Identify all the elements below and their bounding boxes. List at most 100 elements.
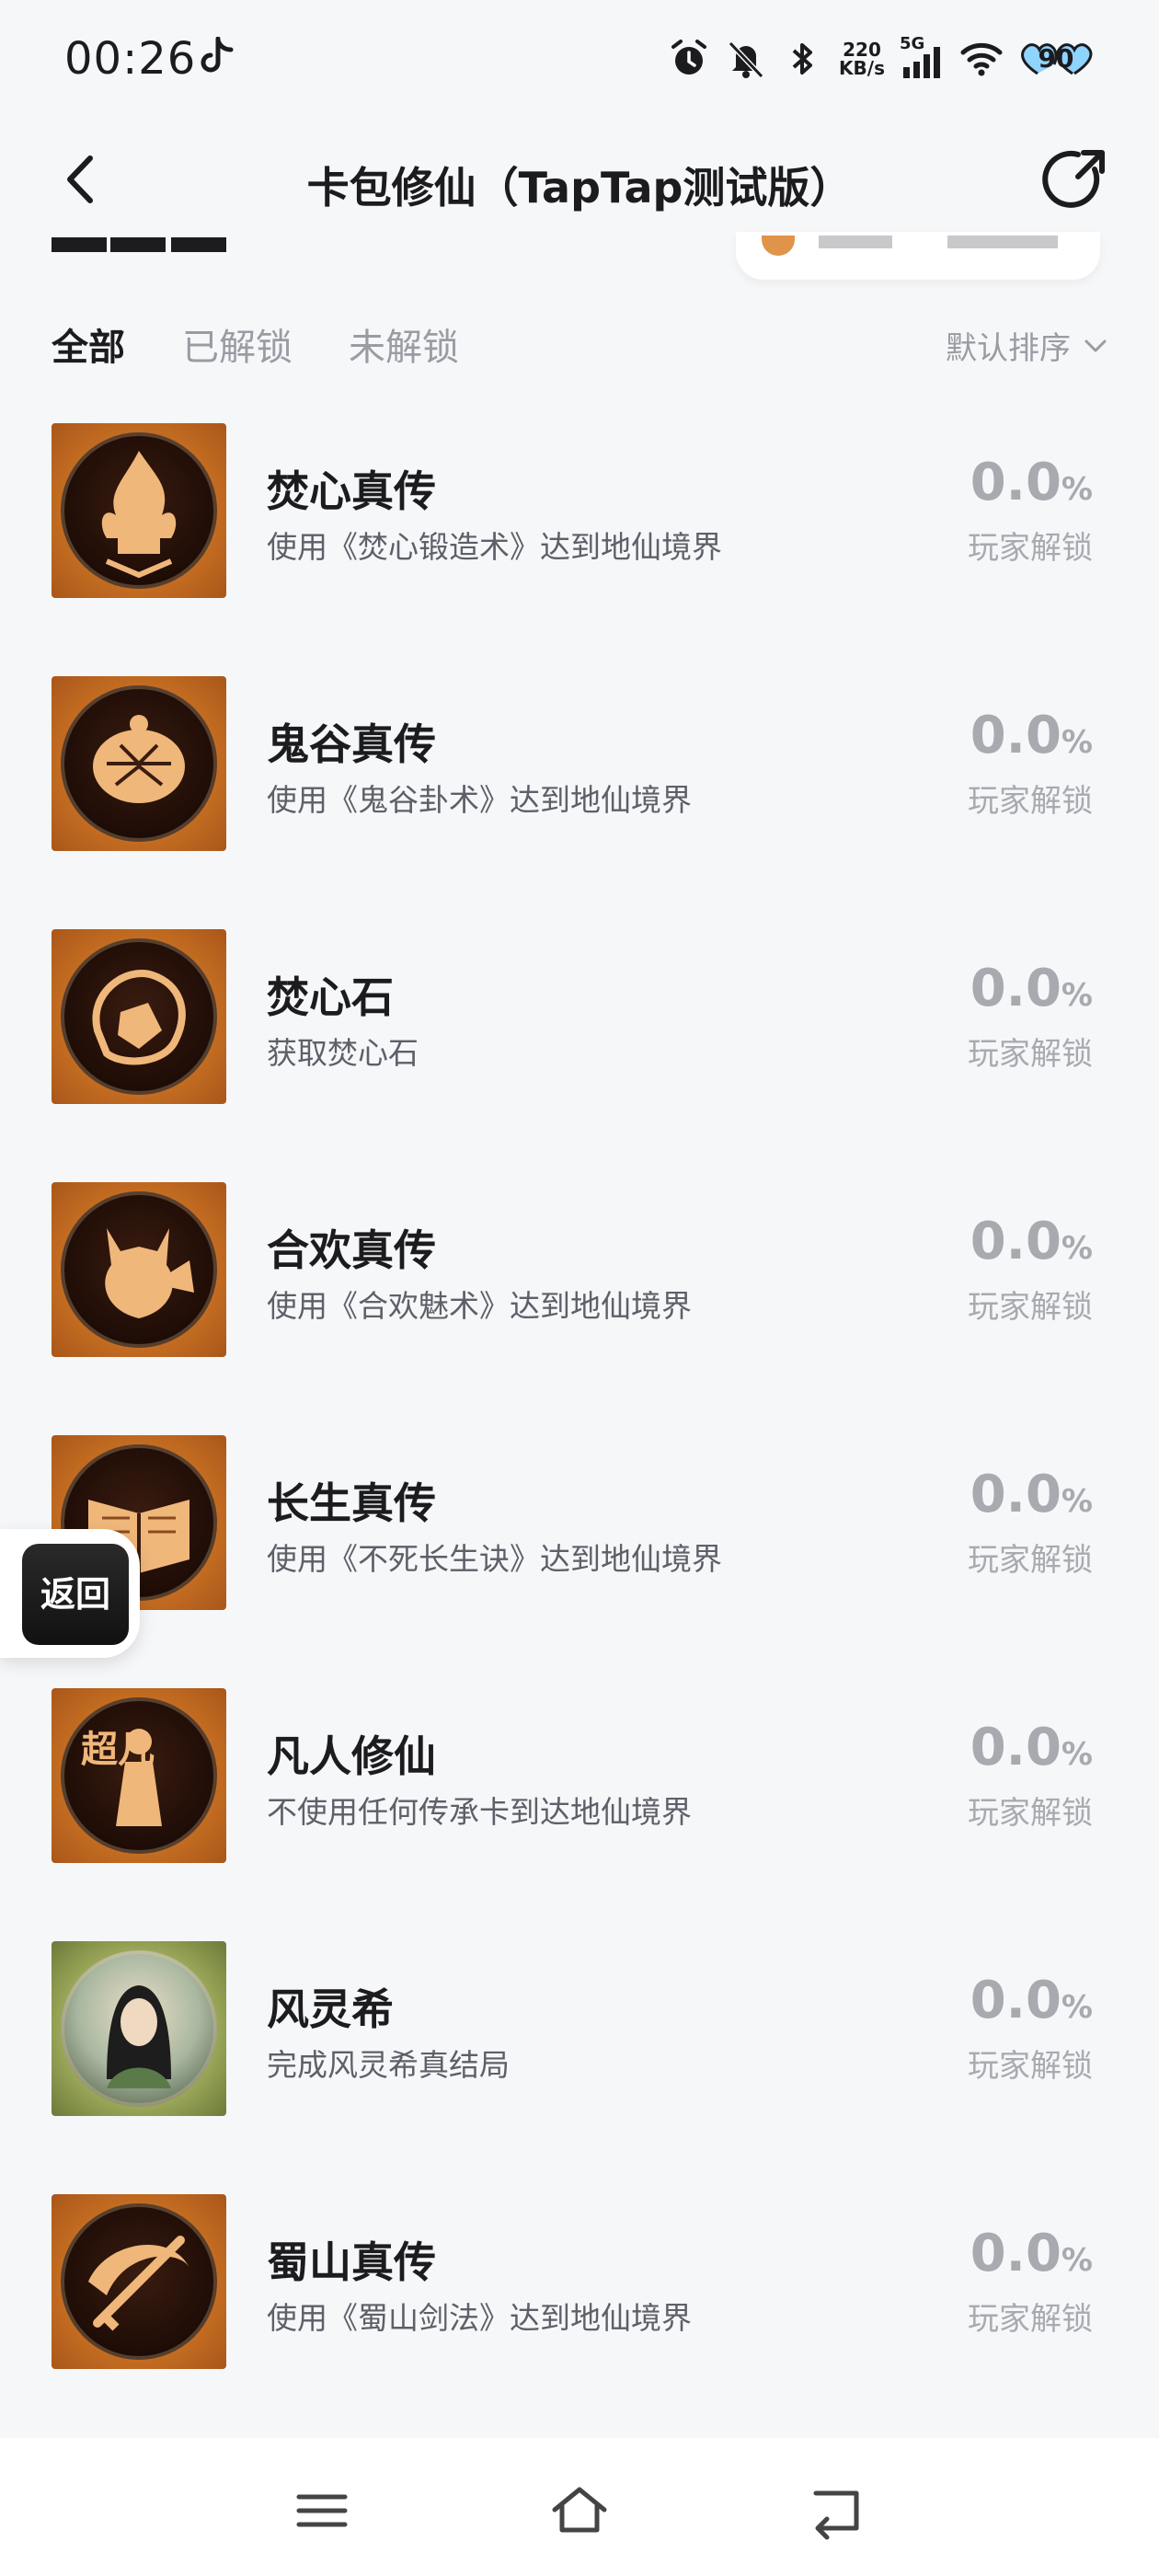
chaofan-figure-icon: 超凡 (52, 1688, 226, 1863)
alarm-icon (671, 40, 707, 75)
item-desc: 获取焚心石 (267, 1035, 419, 1071)
home-icon[interactable] (547, 2478, 612, 2543)
item-name: 长生真传 (267, 1478, 436, 1528)
item-name: 凡人修仙 (267, 1731, 436, 1781)
rate-unit: % (1061, 1230, 1093, 1267)
cut-off-header-pill (736, 232, 1100, 280)
rate-value: 0.0 (970, 453, 1061, 512)
unlock-rate: 0.0% (909, 706, 1093, 765)
sort-dropdown[interactable]: 默认排序 (946, 323, 1109, 368)
item-name: 鬼谷真传 (267, 719, 436, 769)
rate-unit: % (1061, 2242, 1093, 2279)
unlock-rate: 0.0% (909, 959, 1093, 1018)
list-item[interactable]: 焚心真传 使用《焚心锻造术》达到地仙境界 0.0% 玩家解锁 (0, 405, 1159, 658)
tab-all[interactable]: 全部 (52, 317, 125, 371)
page-title: 卡包修仙（TapTap测试版） (306, 163, 853, 213)
rate-unit: % (1061, 471, 1093, 508)
rate-value: 0.0 (970, 706, 1061, 765)
net-speed-value: 220 (843, 39, 881, 61)
rate-value: 0.0 (970, 1718, 1061, 1777)
rate-value: 0.0 (970, 1465, 1061, 1524)
item-desc: 完成风灵希真结局 (267, 2047, 510, 2083)
back-nav-icon[interactable] (805, 2478, 869, 2543)
rate-label: 玩家解锁 (968, 1795, 1093, 1832)
list-item[interactable]: 焚心石 获取焚心石 0.0% 玩家解锁 (0, 911, 1159, 1164)
status-icons: 220 KB/s 5G 90 (668, 31, 1095, 86)
status-bar: 00:26 220 KB/s 5G 90 (0, 0, 1159, 120)
item-desc: 使用《鬼谷卦术》达到地仙境界 (267, 782, 692, 818)
rate-label: 玩家解锁 (968, 783, 1093, 820)
cut-off-header-text (52, 237, 226, 252)
mute-bell-icon (728, 40, 764, 79)
fox-fan-icon (52, 1182, 226, 1357)
sort-label: 默认排序 (946, 330, 1071, 367)
rate-unit: % (1061, 977, 1093, 1014)
unlock-rate: 0.0% (909, 1718, 1093, 1777)
net-speed-unit: KB/s (839, 57, 885, 79)
unlock-rate: 0.0% (909, 1212, 1093, 1271)
filter-bar: 全部 已解锁 未解锁 默认排序 (52, 317, 1109, 373)
tab-unlocked[interactable]: 已解锁 (182, 317, 293, 371)
rate-value: 0.0 (970, 1971, 1061, 2030)
rate-label: 玩家解锁 (968, 2048, 1093, 2085)
chevron-down-icon (1084, 339, 1107, 351)
item-desc: 使用《焚心锻造术》达到地仙境界 (267, 529, 722, 565)
item-desc: 使用《不死长生诀》达到地仙境界 (267, 1541, 722, 1577)
menu-icon[interactable] (290, 2478, 354, 2543)
list-item[interactable]: 合欢真传 使用《合欢魅术》达到地仙境界 0.0% 玩家解锁 (0, 1164, 1159, 1417)
sword-icon (52, 2194, 226, 2369)
list-item[interactable]: 超凡 凡人修仙 不使用任何传承卡到达地仙境界 0.0% 玩家解锁 (0, 1670, 1159, 1923)
return-label: 返回 (40, 1574, 110, 1615)
item-desc: 不使用任何传承卡到达地仙境界 (267, 1794, 692, 1830)
tiktok-icon (201, 37, 234, 73)
svg-text:超凡: 超凡 (81, 1728, 155, 1771)
turtle-shell-icon (52, 676, 226, 851)
pill-icon (762, 236, 795, 256)
flame-forge-icon (52, 423, 226, 598)
rate-label: 玩家解锁 (968, 2301, 1093, 2338)
rate-label: 玩家解锁 (968, 1289, 1093, 1326)
unlock-rate: 0.0% (909, 453, 1093, 512)
battery-level: 90 (1038, 43, 1074, 74)
system-nav-bar (0, 2438, 1159, 2576)
rate-label: 玩家解锁 (968, 530, 1093, 567)
unlock-rate: 0.0% (909, 1971, 1093, 2030)
rate-value: 0.0 (970, 959, 1061, 1018)
achievement-page: 00:26 220 KB/s 5G 90 卡包修仙（TapTap测试版） 全部 … (0, 0, 1159, 2576)
wifi-icon (960, 42, 1003, 76)
fire-stone-icon (52, 929, 226, 1104)
list-item[interactable]: 鬼谷真传 使用《鬼谷卦术》达到地仙境界 0.0% 玩家解锁 (0, 658, 1159, 911)
bluetooth-icon (792, 43, 813, 75)
signal-bars-icon (903, 47, 940, 78)
pill-text-b (947, 236, 1058, 248)
item-name: 蜀山真传 (267, 2237, 436, 2287)
list-item[interactable]: 风灵希 完成风灵希真结局 0.0% 玩家解锁 (0, 1923, 1159, 2176)
battery-indicator: 90 (1017, 40, 1095, 77)
portrait-icon (52, 1941, 226, 2116)
rate-unit: % (1061, 1989, 1093, 2026)
rate-label: 玩家解锁 (968, 1036, 1093, 1073)
rate-value: 0.0 (970, 2224, 1061, 2283)
item-name: 风灵希 (267, 1984, 394, 2034)
share-icon[interactable] (1041, 145, 1111, 215)
rate-label: 玩家解锁 (968, 1542, 1093, 1579)
rate-unit: % (1061, 1736, 1093, 1773)
item-name: 焚心真传 (267, 466, 436, 516)
list-item[interactable]: 蜀山真传 使用《蜀山剑法》达到地仙境界 0.0% 玩家解锁 (0, 2176, 1159, 2429)
unlock-rate: 0.0% (909, 1465, 1093, 1524)
back-arrow-icon[interactable] (52, 147, 116, 212)
rate-value: 0.0 (970, 1212, 1061, 1271)
tab-locked[interactable]: 未解锁 (349, 317, 459, 371)
title-bar: 卡包修仙（TapTap测试版） (0, 129, 1159, 230)
unlock-rate: 0.0% (909, 2224, 1093, 2283)
item-name: 合欢真传 (267, 1225, 436, 1275)
item-desc: 使用《合欢魅术》达到地仙境界 (267, 1288, 692, 1324)
list-item[interactable]: 长生真传 使用《不死长生诀》达到地仙境界 0.0% 玩家解锁 (0, 1417, 1159, 1670)
floating-return-button[interactable]: 返回 (0, 1529, 140, 1658)
rate-unit: % (1061, 1483, 1093, 1520)
cell-signal: 5G (900, 34, 946, 80)
item-name: 焚心石 (267, 972, 394, 1022)
rate-unit: % (1061, 724, 1093, 761)
status-time: 00:26 (64, 33, 197, 85)
net-speed: 220 KB/s (839, 40, 885, 77)
